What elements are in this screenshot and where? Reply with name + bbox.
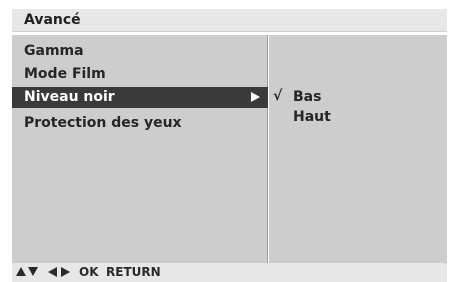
option-label: Haut bbox=[293, 109, 331, 125]
option-label: Bas bbox=[293, 89, 322, 105]
down-arrow-icon bbox=[28, 267, 38, 276]
option-haut[interactable]: Haut bbox=[269, 107, 447, 127]
title-bar: Avancé bbox=[12, 9, 447, 32]
menu-item-mode-film[interactable]: Mode Film bbox=[12, 64, 268, 85]
checkmark-icon: √ bbox=[273, 88, 283, 104]
menu-item-label: Niveau noir bbox=[24, 89, 115, 105]
menu-item-gamma[interactable]: Gamma bbox=[12, 41, 268, 62]
return-hint: RETURN bbox=[106, 265, 161, 279]
right-arrow-icon bbox=[61, 267, 70, 277]
menu-title: Avancé bbox=[24, 12, 81, 28]
menu-item-label: Gamma bbox=[24, 43, 84, 59]
submenu-arrow-icon bbox=[251, 92, 260, 102]
left-arrow-icon bbox=[48, 267, 57, 277]
menu-list: Gamma Mode Film Niveau noir Protection d… bbox=[12, 35, 268, 263]
option-bas[interactable]: √ Bas bbox=[269, 87, 447, 107]
navigation-hints: OK RETURN bbox=[12, 263, 447, 282]
submenu-options: √ Bas Haut bbox=[269, 35, 447, 263]
menu-item-protection-des-yeux[interactable]: Protection des yeux bbox=[12, 113, 268, 134]
up-arrow-icon bbox=[16, 267, 26, 276]
ok-hint: OK bbox=[79, 265, 99, 279]
osd-screen: Avancé Gamma Mode Film Niveau noir Prote… bbox=[0, 0, 459, 282]
menu-item-label: Mode Film bbox=[24, 66, 106, 82]
menu-item-niveau-noir[interactable]: Niveau noir bbox=[12, 87, 268, 108]
menu-item-label: Protection des yeux bbox=[24, 115, 182, 131]
